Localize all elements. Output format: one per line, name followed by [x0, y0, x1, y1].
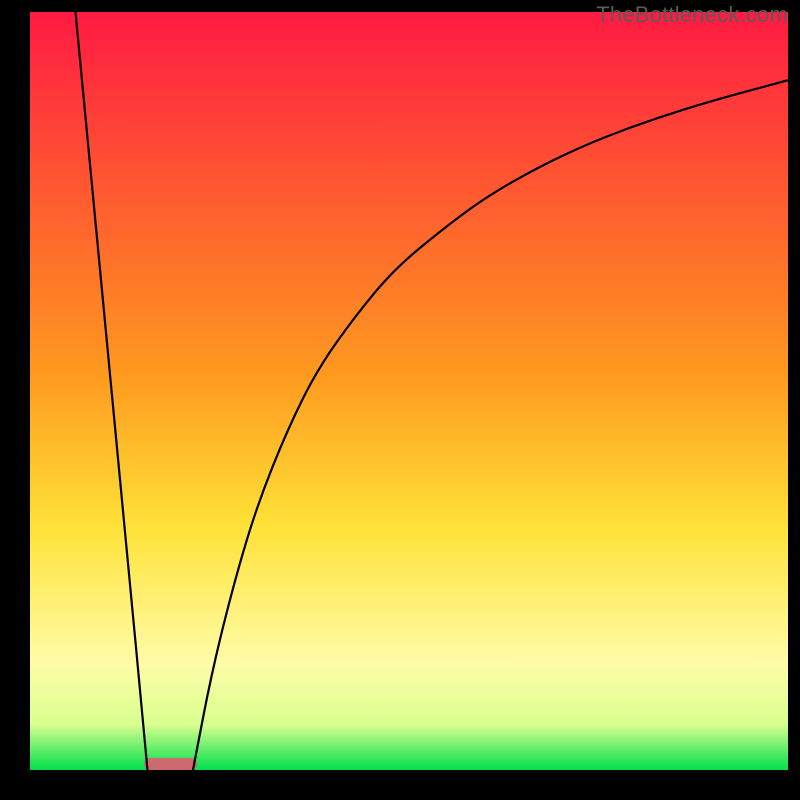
- valley-marker: [144, 758, 197, 770]
- plot-area: [30, 12, 788, 770]
- watermark-text: TheBottleneck.com: [596, 2, 788, 28]
- bottleneck-curve: [30, 12, 788, 770]
- curve-left-branch: [75, 12, 147, 770]
- background-gradient: [30, 12, 788, 770]
- curve-right-branch: [193, 80, 788, 770]
